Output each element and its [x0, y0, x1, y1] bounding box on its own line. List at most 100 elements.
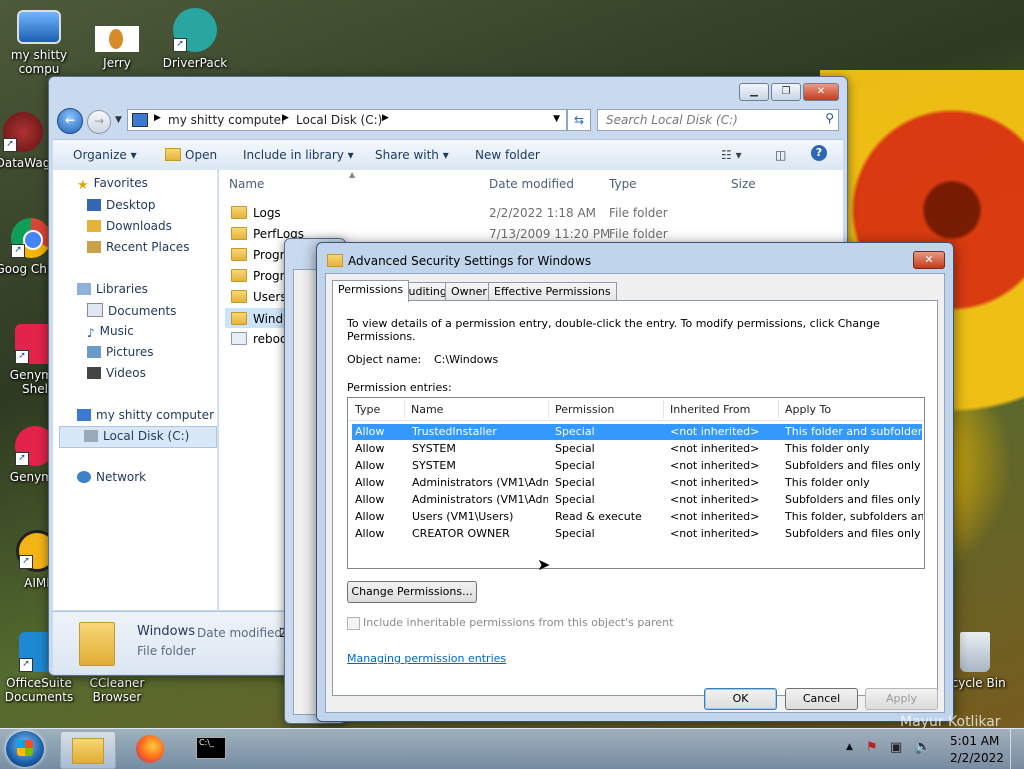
dialog-close-button[interactable]: ✕ — [913, 251, 945, 269]
column-divider — [548, 400, 549, 418]
nav-network[interactable]: Network — [77, 470, 146, 484]
inherit-checkbox[interactable] — [347, 617, 360, 630]
apply-button[interactable]: Apply — [865, 688, 938, 710]
advanced-security-dialog[interactable]: Advanced Security Settings for Windows ✕… — [316, 242, 954, 722]
table-row[interactable]: Allow Administrators (VM1\Admi... Specia… — [352, 492, 922, 508]
clock-date[interactable]: 2/2/2022 — [950, 751, 1004, 765]
table-row[interactable]: Allow Administrators (VM1\Admi... Specia… — [352, 475, 922, 491]
view-options-icon[interactable]: ☷ ▾ — [721, 148, 742, 162]
nav-favorites[interactable]: ★ Favorites — [77, 176, 148, 193]
desktop-icon-driverpack[interactable]: ➚ DriverPack — [156, 8, 234, 70]
minimize-button[interactable]: ▁ — [739, 83, 769, 101]
breadcrumb-chevron-icon: ▶ — [382, 113, 389, 123]
command-bar: Organize ▾ Open Include in library ▾ Sha… — [53, 139, 843, 171]
tab-permissions[interactable]: Permissions — [332, 280, 410, 302]
folder-icon — [231, 290, 247, 303]
maximize-button[interactable]: ❐ — [771, 83, 801, 101]
search-icon[interactable]: ⚲ — [825, 111, 834, 125]
table-row[interactable]: Allow CREATOR OWNER Special <not inherit… — [352, 526, 922, 542]
refresh-button[interactable]: ⇆ — [567, 109, 591, 131]
navigation-pane: ★ Favorites Desktop Downloads Recent Plac… — [53, 170, 218, 610]
nav-pictures[interactable]: Pictures — [87, 345, 154, 359]
column-divider — [404, 400, 405, 418]
file-row[interactable]: Users — [231, 290, 287, 304]
network-tray-icon[interactable]: ▣ — [890, 740, 902, 755]
documents-icon — [87, 303, 103, 317]
nav-recent-places[interactable]: Recent Places — [87, 240, 189, 254]
column-type[interactable]: Type — [609, 177, 637, 191]
nav-desktop[interactable]: Desktop — [87, 198, 156, 212]
file-type: File folder — [609, 206, 668, 220]
pictures-icon — [87, 346, 101, 358]
volume-icon[interactable]: 🔈 — [914, 739, 931, 755]
table-row[interactable]: Allow Users (VM1\Users) Read & execute <… — [352, 509, 923, 525]
nav-music[interactable]: ♪ Music — [87, 324, 134, 340]
taskbar-firefox-button[interactable] — [124, 731, 178, 767]
taskbar-cmd-button[interactable]: C:\_ — [186, 731, 240, 767]
column-name[interactable]: Name — [229, 177, 264, 191]
column-size[interactable]: Size — [731, 177, 756, 191]
column-apply-to[interactable]: Apply To — [785, 403, 831, 416]
file-type: File folder — [609, 227, 668, 241]
tab-effective-permissions[interactable]: Effective Permissions — [488, 282, 617, 301]
permission-entries-list[interactable]: Type Name Permission Inherited From Appl… — [347, 397, 925, 569]
shortcut-arrow-icon: ➚ — [19, 658, 33, 672]
show-hidden-icons-icon[interactable]: ▲ — [846, 742, 853, 752]
file-row[interactable]: reboo — [231, 332, 287, 346]
breadcrumb-chevron-icon: ▶ — [282, 113, 289, 123]
table-row[interactable]: Allow SYSTEM Special <not inherited> Sub… — [352, 458, 922, 474]
file-row[interactable]: Progr — [231, 248, 285, 262]
organize-menu[interactable]: Organize ▾ — [73, 148, 137, 162]
change-permissions-button[interactable]: Change Permissions... — [347, 581, 477, 603]
cancel-button[interactable]: Cancel — [785, 688, 858, 710]
help-icon[interactable]: ? — [811, 145, 827, 161]
file-row[interactable]: Progr — [231, 269, 285, 283]
address-bar[interactable]: ▶ my shitty computer ▶ Local Disk (C:) ▶… — [127, 109, 567, 131]
action-center-icon[interactable]: ⚑ — [866, 740, 878, 755]
search-input[interactable]: Search Local Disk (C:) — [606, 113, 738, 127]
taskbar-explorer-button[interactable] — [60, 731, 116, 769]
desktop-icon-computer[interactable]: my shitty compu — [0, 10, 78, 76]
include-library-menu[interactable]: Include in library ▾ — [243, 148, 354, 162]
nav-computer[interactable]: my shitty computer — [77, 408, 214, 422]
column-permission[interactable]: Permission — [555, 403, 614, 416]
desktop-icon — [87, 199, 101, 211]
column-name[interactable]: Name — [411, 403, 443, 416]
desktop-icon-jerry[interactable]: Jerry — [78, 26, 156, 70]
clock-time[interactable]: 5:01 AM — [950, 734, 999, 748]
close-button[interactable]: ✕ — [803, 83, 839, 101]
network-icon — [77, 471, 91, 483]
breadcrumb-computer[interactable]: my shitty computer — [168, 113, 286, 127]
preview-pane-icon[interactable]: ◫ — [775, 148, 786, 162]
nav-documents[interactable]: Documents — [87, 303, 176, 318]
nav-libraries[interactable]: Libraries — [77, 282, 148, 296]
nav-local-disk[interactable]: Local Disk (C:) — [59, 426, 217, 448]
forward-button[interactable]: → — [87, 110, 111, 134]
file-row[interactable]: Logs — [231, 206, 281, 220]
ok-button[interactable]: OK — [704, 688, 777, 710]
column-type[interactable]: Type — [355, 403, 380, 416]
tab-owner[interactable]: Owner — [445, 282, 493, 301]
show-desktop-button[interactable] — [1010, 729, 1024, 769]
folder-icon — [231, 227, 247, 240]
object-name-value: C:\Windows — [434, 353, 499, 366]
table-row[interactable]: Allow TrustedInstaller Special <not inhe… — [352, 424, 923, 440]
open-button[interactable]: Open — [185, 148, 217, 162]
nav-downloads[interactable]: Downloads — [87, 219, 172, 233]
column-inherited-from[interactable]: Inherited From — [670, 403, 750, 416]
managing-permissions-link[interactable]: Managing permission entries — [347, 652, 506, 665]
search-box[interactable]: Search Local Disk (C:) ⚲ — [597, 109, 839, 131]
nav-videos[interactable]: Videos — [87, 366, 146, 380]
share-with-menu[interactable]: Share with ▾ — [375, 148, 449, 162]
new-folder-button[interactable]: New folder — [475, 148, 540, 162]
driverpack-icon: ➚ — [173, 8, 217, 52]
recent-pages-chevron-icon[interactable]: ▼ — [115, 115, 122, 125]
address-dropdown-icon[interactable]: ▼ — [553, 114, 560, 124]
permission-entries-label: Permission entries: — [347, 381, 452, 394]
shortcut-arrow-icon: ➚ — [19, 555, 33, 569]
breadcrumb-local-disk[interactable]: Local Disk (C:) — [296, 113, 382, 127]
column-date[interactable]: Date modified — [489, 177, 574, 191]
back-button[interactable]: ← — [57, 108, 83, 134]
start-button[interactable] — [6, 731, 44, 767]
table-row[interactable]: Allow SYSTEM Special <not inherited> Thi… — [352, 441, 922, 457]
